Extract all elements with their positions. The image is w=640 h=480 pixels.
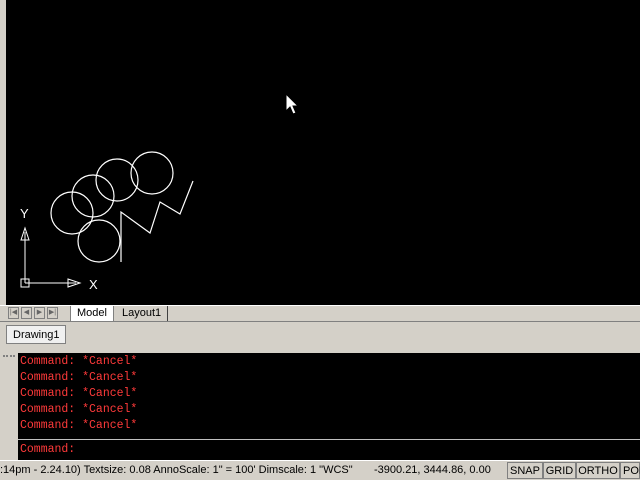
polar-toggle-button[interactable]: POL xyxy=(620,462,640,479)
ortho-toggle-button[interactable]: ORTHO xyxy=(576,462,620,479)
history-line: Command: *Cancel* xyxy=(20,403,138,416)
command-separator xyxy=(18,439,640,440)
layout-tab-bar: |◀ ◀ ▶ ▶| Model Layout1 xyxy=(0,305,640,322)
tab-model[interactable]: Model xyxy=(70,306,114,322)
history-line: Command: *Cancel* xyxy=(20,387,138,400)
command-window[interactable]: Command: *Cancel* Command: *Cancel* Comm… xyxy=(0,348,640,460)
history-line: Command: *Cancel* xyxy=(20,355,138,368)
command-window-grip[interactable] xyxy=(0,348,18,460)
status-bar: :14pm - 2.24.10) Textsize: 0.08 AnnoScal… xyxy=(0,460,640,480)
prev-tab-icon[interactable]: ◀ xyxy=(21,307,32,319)
snap-toggle-button[interactable]: SNAP xyxy=(507,462,543,479)
cursor-coordinates: -3900.21, 3444.86, 0.00 xyxy=(374,464,491,476)
command-window-top-edge xyxy=(18,348,640,353)
drawing-area[interactable]: X Y xyxy=(0,0,640,305)
command-prompt-input[interactable]: Command: xyxy=(20,442,75,458)
ucs-icon xyxy=(20,226,82,288)
status-info: :14pm - 2.24.10) Textsize: 0.08 AnnoScal… xyxy=(0,464,353,476)
command-history: Command: *Cancel* Command: *Cancel* Comm… xyxy=(20,354,640,434)
document-tab-bar: Drawing1 xyxy=(0,321,640,348)
grid-toggle-button[interactable]: GRID xyxy=(543,462,576,479)
drawn-circle xyxy=(77,219,121,263)
arrow-cursor-icon xyxy=(285,92,300,115)
history-line: Command: *Cancel* xyxy=(20,371,138,384)
ucs-y-label: Y xyxy=(20,206,29,221)
ucs-x-label: X xyxy=(89,277,98,292)
drawing-canvas[interactable]: X Y xyxy=(0,0,640,305)
last-tab-icon[interactable]: ▶| xyxy=(47,307,58,319)
next-tab-icon[interactable]: ▶ xyxy=(34,307,45,319)
tab-drawing1[interactable]: Drawing1 xyxy=(6,325,67,344)
tab-layout1[interactable]: Layout1 xyxy=(116,306,169,321)
history-line: Command: *Cancel* xyxy=(20,419,138,432)
first-tab-icon[interactable]: |◀ xyxy=(8,307,19,319)
